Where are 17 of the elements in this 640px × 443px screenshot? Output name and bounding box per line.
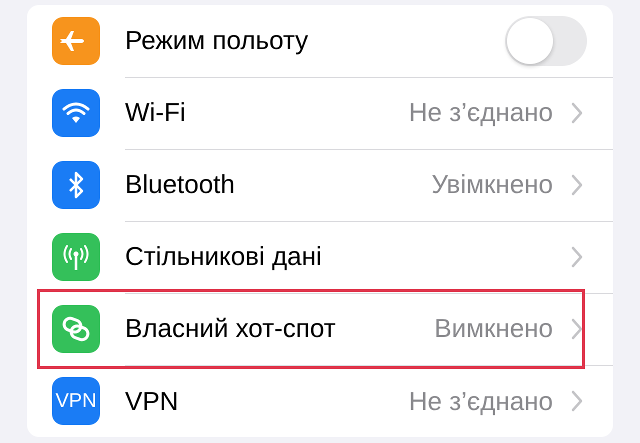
setting-label: Режим польоту [125, 25, 308, 56]
setting-label: VPN [125, 386, 178, 416]
setting-value: Увімкнено [431, 169, 553, 200]
setting-label: Стільникові дані [125, 241, 322, 272]
chevron-icon [571, 318, 583, 340]
setting-label: Власний хот-спот [125, 313, 336, 344]
setting-label: Bluetooth [125, 169, 235, 200]
chevron-icon [571, 102, 583, 124]
setting-value: Вимкнено [434, 313, 553, 344]
chevron-icon [571, 246, 583, 268]
setting-value: Не з’єднано [408, 386, 553, 416]
chevron-icon [571, 174, 583, 196]
chevron-icon [571, 390, 583, 412]
setting-value: Не з’єднано [408, 97, 553, 128]
toggle-switch[interactable] [505, 16, 587, 66]
setting-label: Wi-Fi [125, 97, 186, 128]
vpn-icon: VPN [52, 377, 100, 425]
